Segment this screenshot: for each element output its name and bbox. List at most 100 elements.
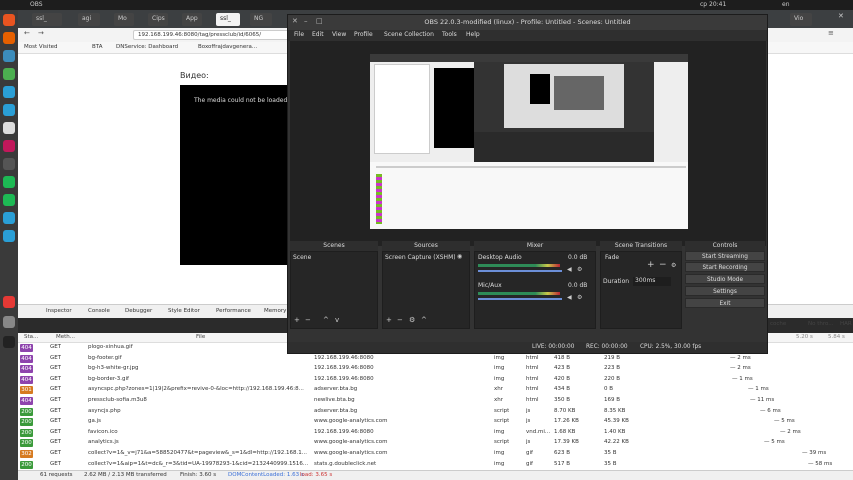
exit-button[interactable]: Exit xyxy=(685,298,765,308)
files-icon[interactable] xyxy=(3,50,15,62)
table-row[interactable]: 200 GET analytics.js www.google-analytics.c… xyxy=(18,438,853,449)
tab-debugger[interactable]: Debugger xyxy=(125,308,152,314)
volume-slider[interactable] xyxy=(478,270,562,272)
table-row[interactable]: 404 GET bg-h3-white-gr.jpg 192.168.199.46:8… xyxy=(18,364,853,375)
back-icon[interactable]: ← xyxy=(24,29,30,37)
column-cache[interactable]: coche xyxy=(770,321,786,327)
ubuntu-icon[interactable] xyxy=(3,14,15,26)
obs-icon[interactable] xyxy=(3,336,15,348)
volume-slider[interactable] xyxy=(478,298,562,300)
bookmark[interactable]: Boxoffrajdavgenera... xyxy=(198,44,257,50)
tab-style-editor[interactable]: Style Editor xyxy=(168,308,200,314)
domain-cell: www.google-analytics.com xyxy=(314,450,388,456)
start-recording-button[interactable]: Start Recording xyxy=(685,262,765,272)
add-icon[interactable]: + xyxy=(294,316,300,324)
app-icon[interactable] xyxy=(3,104,15,116)
spotify-icon[interactable] xyxy=(3,176,15,188)
app-icon-3[interactable] xyxy=(3,194,15,206)
column-file[interactable]: File xyxy=(196,334,205,340)
tab-performance[interactable]: Performance xyxy=(216,308,251,314)
tab[interactable]: agi xyxy=(78,13,100,26)
trash-icon[interactable] xyxy=(3,316,15,328)
column-method[interactable]: Meth... xyxy=(56,334,75,340)
bookmark[interactable]: BTA xyxy=(92,44,102,50)
app-icon-2[interactable] xyxy=(3,140,15,152)
obs-preview[interactable] xyxy=(290,41,766,246)
tab-memory[interactable]: Memory xyxy=(264,308,286,314)
move-down-icon[interactable]: v xyxy=(335,316,339,324)
tab-active[interactable]: ssl_ xyxy=(216,13,240,26)
bookmark[interactable]: DNService: Dashboard xyxy=(116,44,178,50)
table-row[interactable]: 301 GET asyncspc.php?zones=1|19|2&prefix=r… xyxy=(18,385,853,396)
table-row[interactable]: 404 GET pressclub-sofia.m3u8 newlive.bta.bg… xyxy=(18,396,853,407)
tab[interactable]: App xyxy=(182,13,202,26)
speaker-icon[interactable]: ◀ xyxy=(567,294,572,301)
har-button[interactable]: HAR xyxy=(840,321,852,327)
tab[interactable]: NG xyxy=(250,13,272,26)
visibility-icon[interactable]: ◉ xyxy=(457,253,462,260)
tab[interactable]: ssl_ xyxy=(32,13,62,26)
menu-tools[interactable]: Tools xyxy=(442,31,457,38)
add-icon[interactable]: + xyxy=(386,316,392,324)
text-editor-icon[interactable] xyxy=(3,122,15,134)
gear-icon[interactable]: ⚙ xyxy=(409,316,415,324)
table-row[interactable]: 200 GET collect?v=1&aip=1&t=dc&_r=3&tid=UA… xyxy=(18,460,853,471)
app-icon-6[interactable] xyxy=(3,296,15,308)
forward-icon[interactable]: → xyxy=(38,29,44,37)
column-status[interactable]: Sta... xyxy=(24,334,38,340)
tab-inspector[interactable]: Inspector xyxy=(46,308,72,314)
transition-type[interactable]: Fade xyxy=(605,254,619,261)
terminal-icon[interactable] xyxy=(3,158,15,170)
tab[interactable]: Vio xyxy=(790,13,812,26)
table-row[interactable]: 200 GET favicon.ico 192.168.199.46:8080 img v… xyxy=(18,428,853,439)
waterfall-cell: — 1 ms xyxy=(732,375,753,382)
close-icon[interactable]: ✕ xyxy=(292,17,298,25)
add-icon[interactable]: + xyxy=(647,260,655,270)
duration-input[interactable]: 300ms xyxy=(633,277,671,286)
gear-icon[interactable]: ⚙ xyxy=(577,294,582,301)
source-item[interactable]: Screen Capture (XSHM) xyxy=(385,254,455,261)
menu-edit[interactable]: Edit xyxy=(312,31,324,38)
remove-icon[interactable]: − xyxy=(305,316,311,324)
move-up-icon[interactable]: ^ xyxy=(421,316,427,324)
table-row[interactable]: 404 GET bg-footer.gif 192.168.199.46:8080 im… xyxy=(18,354,853,365)
menu-icon[interactable]: ≡ xyxy=(828,29,834,37)
url-bar[interactable]: 192.168.199.46:8080/tag/pressclub/id/606… xyxy=(133,30,308,40)
app-icon-4[interactable] xyxy=(3,212,15,224)
remove-icon[interactable]: − xyxy=(397,316,403,324)
menu-help[interactable]: Help xyxy=(466,31,480,38)
speaker-icon[interactable]: ◀ xyxy=(567,266,572,273)
remove-icon[interactable]: − xyxy=(659,260,667,270)
maximize-icon[interactable]: □ xyxy=(316,17,323,25)
table-row[interactable]: 200 GET ga.js www.google-analytics.com scrip… xyxy=(18,417,853,428)
video-player[interactable]: The media could not be loaded, e xyxy=(180,85,295,265)
throttling-select[interactable]: No thro... xyxy=(808,321,834,327)
start-streaming-button[interactable]: Start Streaming xyxy=(685,251,765,261)
app-icon-5[interactable] xyxy=(3,230,15,242)
close-icon[interactable]: ✕ xyxy=(838,12,844,20)
gear-icon[interactable]: ⚙ xyxy=(577,266,582,273)
table-row[interactable]: 302 GET collect?v=1&_v=j71&a=588520477&t=p… xyxy=(18,449,853,460)
language-indicator[interactable]: en xyxy=(782,1,790,8)
tab[interactable]: Mo xyxy=(114,13,134,26)
bookmark[interactable]: Most Visited xyxy=(24,44,57,50)
settings-button[interactable]: Settings xyxy=(685,286,765,296)
table-row[interactable]: 200 GET asyncjs.php adserver.bta.bg script js… xyxy=(18,407,853,418)
tab-console[interactable]: Console xyxy=(88,308,110,314)
menu-view[interactable]: View xyxy=(332,31,346,38)
studio-mode-button[interactable]: Studio Mode xyxy=(685,274,765,284)
clock[interactable]: cp 20:41 xyxy=(700,1,726,8)
menu-file[interactable]: File xyxy=(294,31,304,38)
table-row[interactable]: 404 GET bg-border-3.gif 192.168.199.46:8080… xyxy=(18,375,853,386)
firefox-icon[interactable] xyxy=(3,32,15,44)
telegram-icon[interactable] xyxy=(3,86,15,98)
move-up-icon[interactable]: ^ xyxy=(323,316,329,324)
menu-scene-collection[interactable]: Scene Collection xyxy=(384,31,434,38)
waterfall-cell: — 2 ms xyxy=(730,354,751,361)
chrome-icon[interactable] xyxy=(3,68,15,80)
minimize-icon[interactable]: – xyxy=(304,17,308,25)
scene-item[interactable]: Scene xyxy=(293,254,311,261)
tab[interactable]: Cips xyxy=(148,13,168,26)
gear-icon[interactable]: ⚙ xyxy=(671,262,676,269)
menu-profile[interactable]: Profile xyxy=(354,31,373,38)
